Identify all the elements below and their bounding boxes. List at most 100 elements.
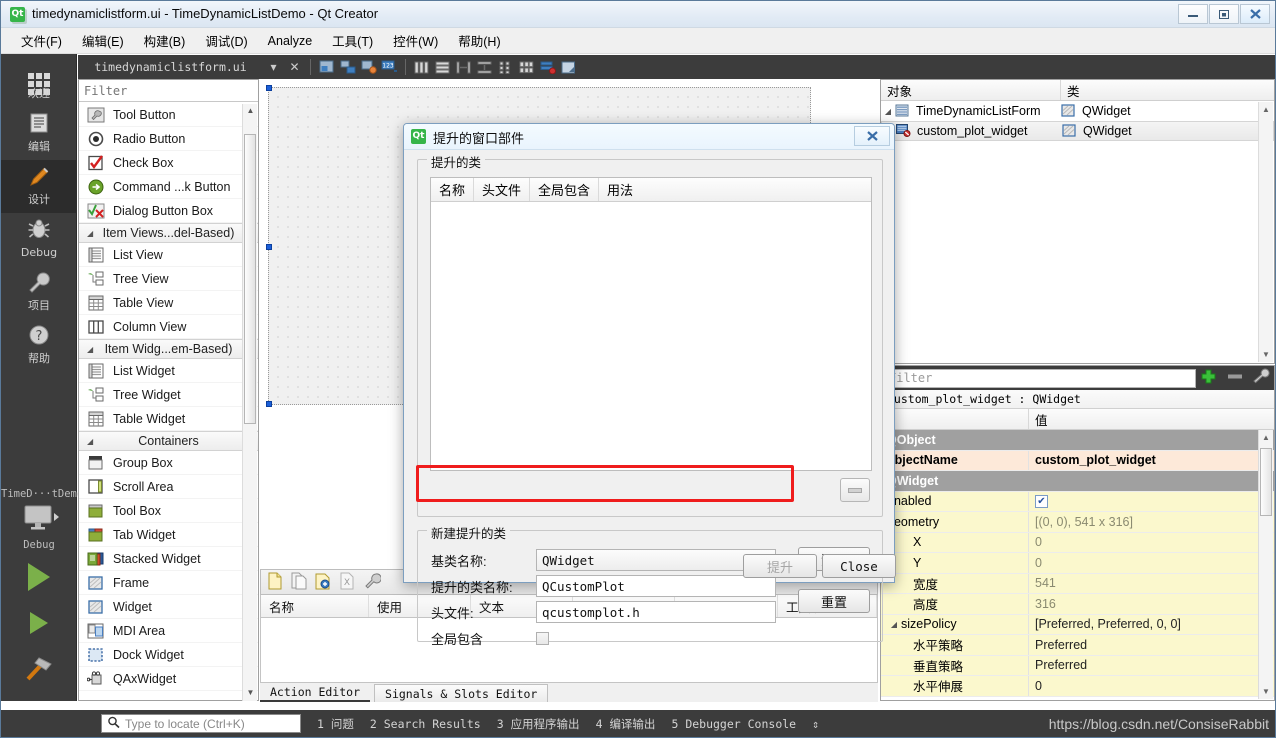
scroll-down-icon[interactable]: ▼ [245,688,256,699]
object-col-object[interactable]: 对象 [881,80,1061,100]
widget-item-tree-widget[interactable]: Tree Widget [79,383,258,407]
property-row-vpolicy[interactable]: 垂直策略 Preferred [881,655,1274,676]
close-document-icon[interactable]: ✕ [284,57,305,77]
widget-item-command-link-button[interactable]: Command ...k Button [79,175,258,199]
widget-item-list-widget[interactable]: List Widget [79,359,258,383]
property-value[interactable]: Preferred [1029,656,1274,676]
chevron-down-icon[interactable]: ▾ [263,57,284,77]
object-row-custom-plot-widget[interactable]: custom_plot_widget QWidget [881,121,1274,141]
widget-item-group-box[interactable]: Group Box [79,451,258,475]
minus-icon[interactable] [1222,368,1248,388]
open-file-name[interactable]: timedynamiclistform.ui [78,60,263,74]
property-row-sizepolicy[interactable]: ◢ sizePolicy [Preferred, Preferred, 0, 0] [881,614,1274,635]
global-include-checkbox[interactable] [536,631,549,645]
copy-icon[interactable] [291,572,307,593]
widget-box-filter[interactable] [79,80,258,102]
locator-input[interactable]: Type to locate (Ctrl+K) [101,714,301,733]
widget-item-list-view[interactable]: List View [79,243,258,267]
object-tree-scrollbar[interactable]: ▲ ▼ [1258,102,1273,362]
delete-icon[interactable]: X [339,572,355,593]
promote-button[interactable]: 提升 [743,554,817,578]
layout-vertical-icon[interactable] [432,57,453,77]
widget-item-check-box[interactable]: Check Box [79,151,258,175]
scroll-down-icon[interactable]: ▼ [1262,687,1270,696]
enabled-checkbox[interactable]: ✔ [1035,494,1048,508]
widget-item-mdi-area[interactable]: MDI Area [79,619,258,643]
menu-file[interactable]: 文件(F) [11,28,72,53]
maximize-button[interactable] [1209,4,1239,24]
widget-category-item-views[interactable]: ◢ Item Views...del-Based) [79,223,258,243]
menu-build[interactable]: 构建(B) [134,28,196,53]
break-layout-icon[interactable] [537,57,558,77]
menu-help[interactable]: 帮助(H) [448,28,510,53]
menu-widgets[interactable]: 控件(W) [383,28,448,53]
dialog-close-button[interactable] [854,126,890,146]
output-pane-updown-icon[interactable]: ⇕ [812,717,819,731]
resize-handle-l[interactable] [266,244,272,250]
menu-tools[interactable]: 工具(T) [322,28,383,53]
widget-box-filter-input[interactable] [84,83,258,98]
mode-edit[interactable]: 编辑 [1,107,77,160]
object-col-class[interactable]: 类 [1061,80,1274,100]
paste-icon[interactable] [315,572,331,593]
widget-item-widget[interactable]: Widget [79,595,258,619]
widget-item-radio-button[interactable]: Radio Button [79,127,258,151]
dialog-close-button-bottom[interactable]: Close [822,554,896,578]
plus-icon[interactable] [1196,368,1222,388]
remove-promoted-class-button[interactable] [840,478,870,502]
minimize-button[interactable] [1178,4,1208,24]
property-row-objectname[interactable]: objectName custom_plot_widget [881,450,1274,471]
widget-item-table-view[interactable]: Table View [79,291,258,315]
property-row-hstretch[interactable]: 水平伸展 0 [881,676,1274,697]
edit-widgets-icon[interactable] [316,57,337,77]
configure-icon[interactable] [363,572,382,593]
widget-item-tree-view[interactable]: Tree View [79,267,258,291]
widget-item-tool-box[interactable]: Tool Box [79,499,258,523]
property-row-geometry[interactable]: geometry [(0, 0), 541 x 316] [881,512,1274,533]
output-pane-app-output[interactable]: 3 应用程序输出 [497,716,580,732]
resize-handle-tl[interactable] [266,85,272,91]
property-value[interactable]: custom_plot_widget [1029,451,1274,471]
property-col-value[interactable]: 值 [1029,409,1274,429]
output-pane-search[interactable]: 2 Search Results [370,717,481,731]
layout-splitter-horizontal-icon[interactable] [453,57,474,77]
scroll-down-icon[interactable]: ▼ [1262,350,1270,359]
kit-build-config[interactable]: Debug [1,536,77,554]
promoted-classes-table[interactable]: 名称 头文件 全局包含 用法 [430,177,872,471]
menu-edit[interactable]: 编辑(E) [72,28,134,53]
edit-tab-order-icon[interactable]: 123 [379,57,400,77]
expand-triangle-icon[interactable]: ◢ [887,620,901,629]
layout-grid-icon[interactable] [516,57,537,77]
property-scrollbar[interactable]: ▲ ▼ [1258,430,1273,699]
output-pane-debugger[interactable]: 5 Debugger Console [671,717,796,731]
promoted-name-input[interactable]: QCustomPlot [536,575,776,597]
property-row-x[interactable]: X 0 [881,532,1274,553]
wrench-icon[interactable] [1248,368,1274,388]
tab-signals-slots-editor[interactable]: Signals & Slots Editor [374,684,549,702]
scroll-up-icon[interactable]: ▲ [245,106,256,117]
mode-projects[interactable]: 项目 [1,266,77,319]
property-row-hpolicy[interactable]: 水平策略 Preferred [881,635,1274,656]
widget-item-frame[interactable]: Frame [79,571,258,595]
mode-welcome[interactable]: 欢迎 [1,54,77,107]
kit-project-name[interactable]: TimeD···tDemo [1,485,83,503]
output-pane-issues[interactable]: 1 问题 [317,716,354,732]
mode-design[interactable]: 设计 [1,160,77,213]
mode-help[interactable]: ? 帮助 [1,319,77,372]
col-name[interactable]: 名称 [431,178,475,201]
header-file-input[interactable]: qcustomplot.h [536,601,776,623]
tab-action-editor[interactable]: Action Editor [260,684,371,702]
menu-analyze[interactable]: Analyze [258,31,322,51]
edit-signals-slots-icon[interactable] [337,57,358,77]
property-value[interactable]: 541 [1029,574,1274,594]
resize-handle-bl[interactable] [266,401,272,407]
scrollbar-thumb[interactable] [1260,448,1272,516]
kit-target-icon[interactable] [1,503,77,536]
col-usage[interactable]: 用法 [599,178,641,201]
property-value[interactable]: 0 [1029,553,1274,573]
widget-box-scrollbar[interactable]: ▲ ▼ [242,104,257,701]
property-value[interactable]: Preferred [1029,635,1274,655]
object-row-form[interactable]: ◢ TimeDynamicListForm QWidget [881,101,1274,121]
edit-buddies-icon[interactable] [358,57,379,77]
property-col-name[interactable] [881,409,1029,429]
